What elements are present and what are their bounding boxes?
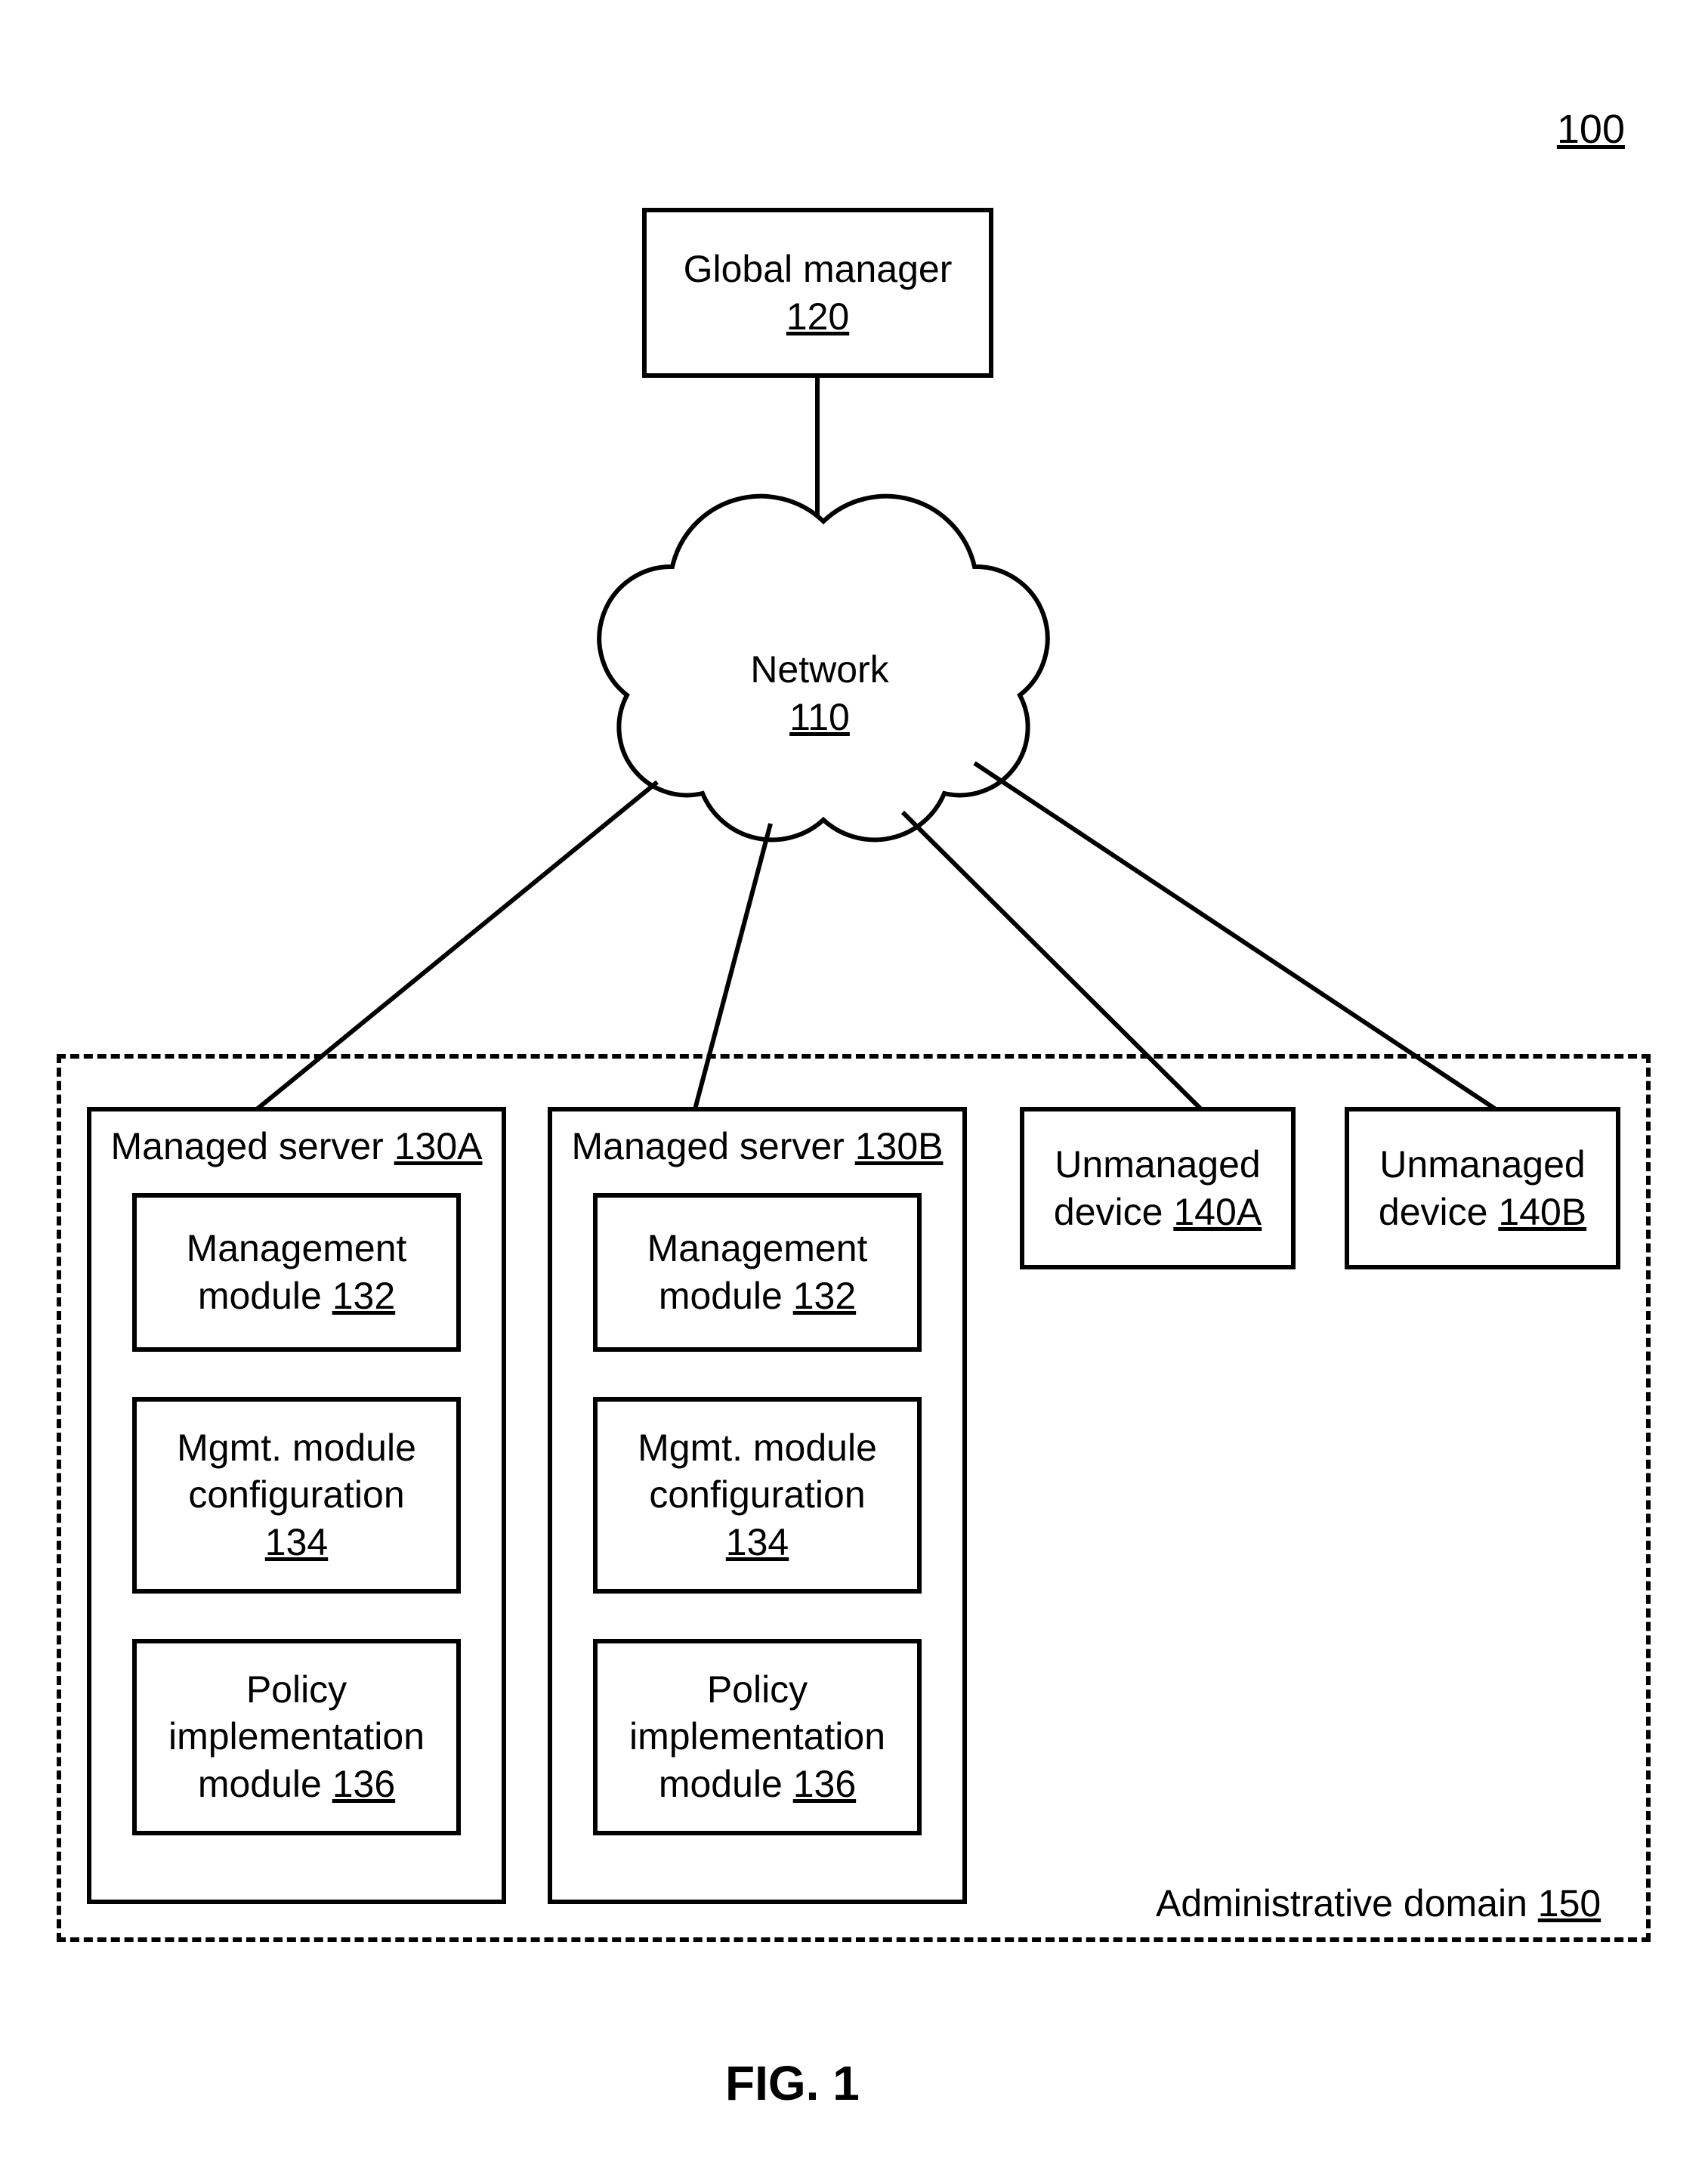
network-title: Network [740,646,899,694]
text: Policy [246,1666,347,1714]
server-a-management-module-box: Management module 132 [132,1193,461,1352]
diagram-canvas: 100 Global manager 120 Network 110 Admin… [0,0,1708,2158]
text: device 140A [1054,1189,1262,1236]
managed-server-b-title: Managed server 130B [572,1123,944,1170]
text: Mgmt. module [638,1424,877,1472]
text: module 132 [659,1272,856,1320]
global-manager-box: Global manager 120 [642,208,993,378]
figure-caption: FIG. 1 [725,2055,860,2111]
text: Unmanaged [1055,1141,1260,1189]
unmanaged-device-b-box: Unmanaged device 140B [1345,1107,1620,1269]
figure-reference-number: 100 [1557,106,1625,153]
text: 134 [265,1519,328,1566]
server-a-policy-module-box: Policy implementation module 136 [132,1639,461,1835]
text: Mgmt. module [177,1424,416,1472]
text: Policy [707,1666,808,1714]
network-ref: 110 [740,694,899,741]
text: module 132 [198,1272,395,1320]
text: configuration [649,1471,865,1519]
server-b-management-module-box: Management module 132 [593,1193,922,1352]
global-manager-ref: 120 [786,293,849,341]
managed-server-a-title: Managed server 130A [111,1123,483,1170]
text: Unmanaged [1379,1141,1585,1189]
text: Management [647,1225,868,1272]
text: module 136 [659,1761,856,1808]
global-manager-title: Global manager [684,246,953,293]
server-b-mgmt-config-box: Mgmt. module configuration 134 [593,1397,922,1594]
text: Management [187,1225,407,1272]
network-label-wrap: Network 110 [740,646,899,740]
managed-server-b-box: Managed server 130B Management module 13… [548,1107,967,1904]
server-a-mgmt-config-box: Mgmt. module configuration 134 [132,1397,461,1594]
text: implementation [629,1713,885,1761]
text: configuration [188,1471,404,1519]
text: module 136 [198,1761,395,1808]
unmanaged-device-a-box: Unmanaged device 140A [1020,1107,1296,1269]
text: 134 [726,1519,789,1566]
administrative-domain-label: Administrative domain 150 [1156,1881,1601,1925]
text: implementation [168,1713,425,1761]
server-b-policy-module-box: Policy implementation module 136 [593,1639,922,1835]
managed-server-a-box: Managed server 130A Management module 13… [87,1107,506,1904]
text: device 140B [1379,1189,1586,1236]
